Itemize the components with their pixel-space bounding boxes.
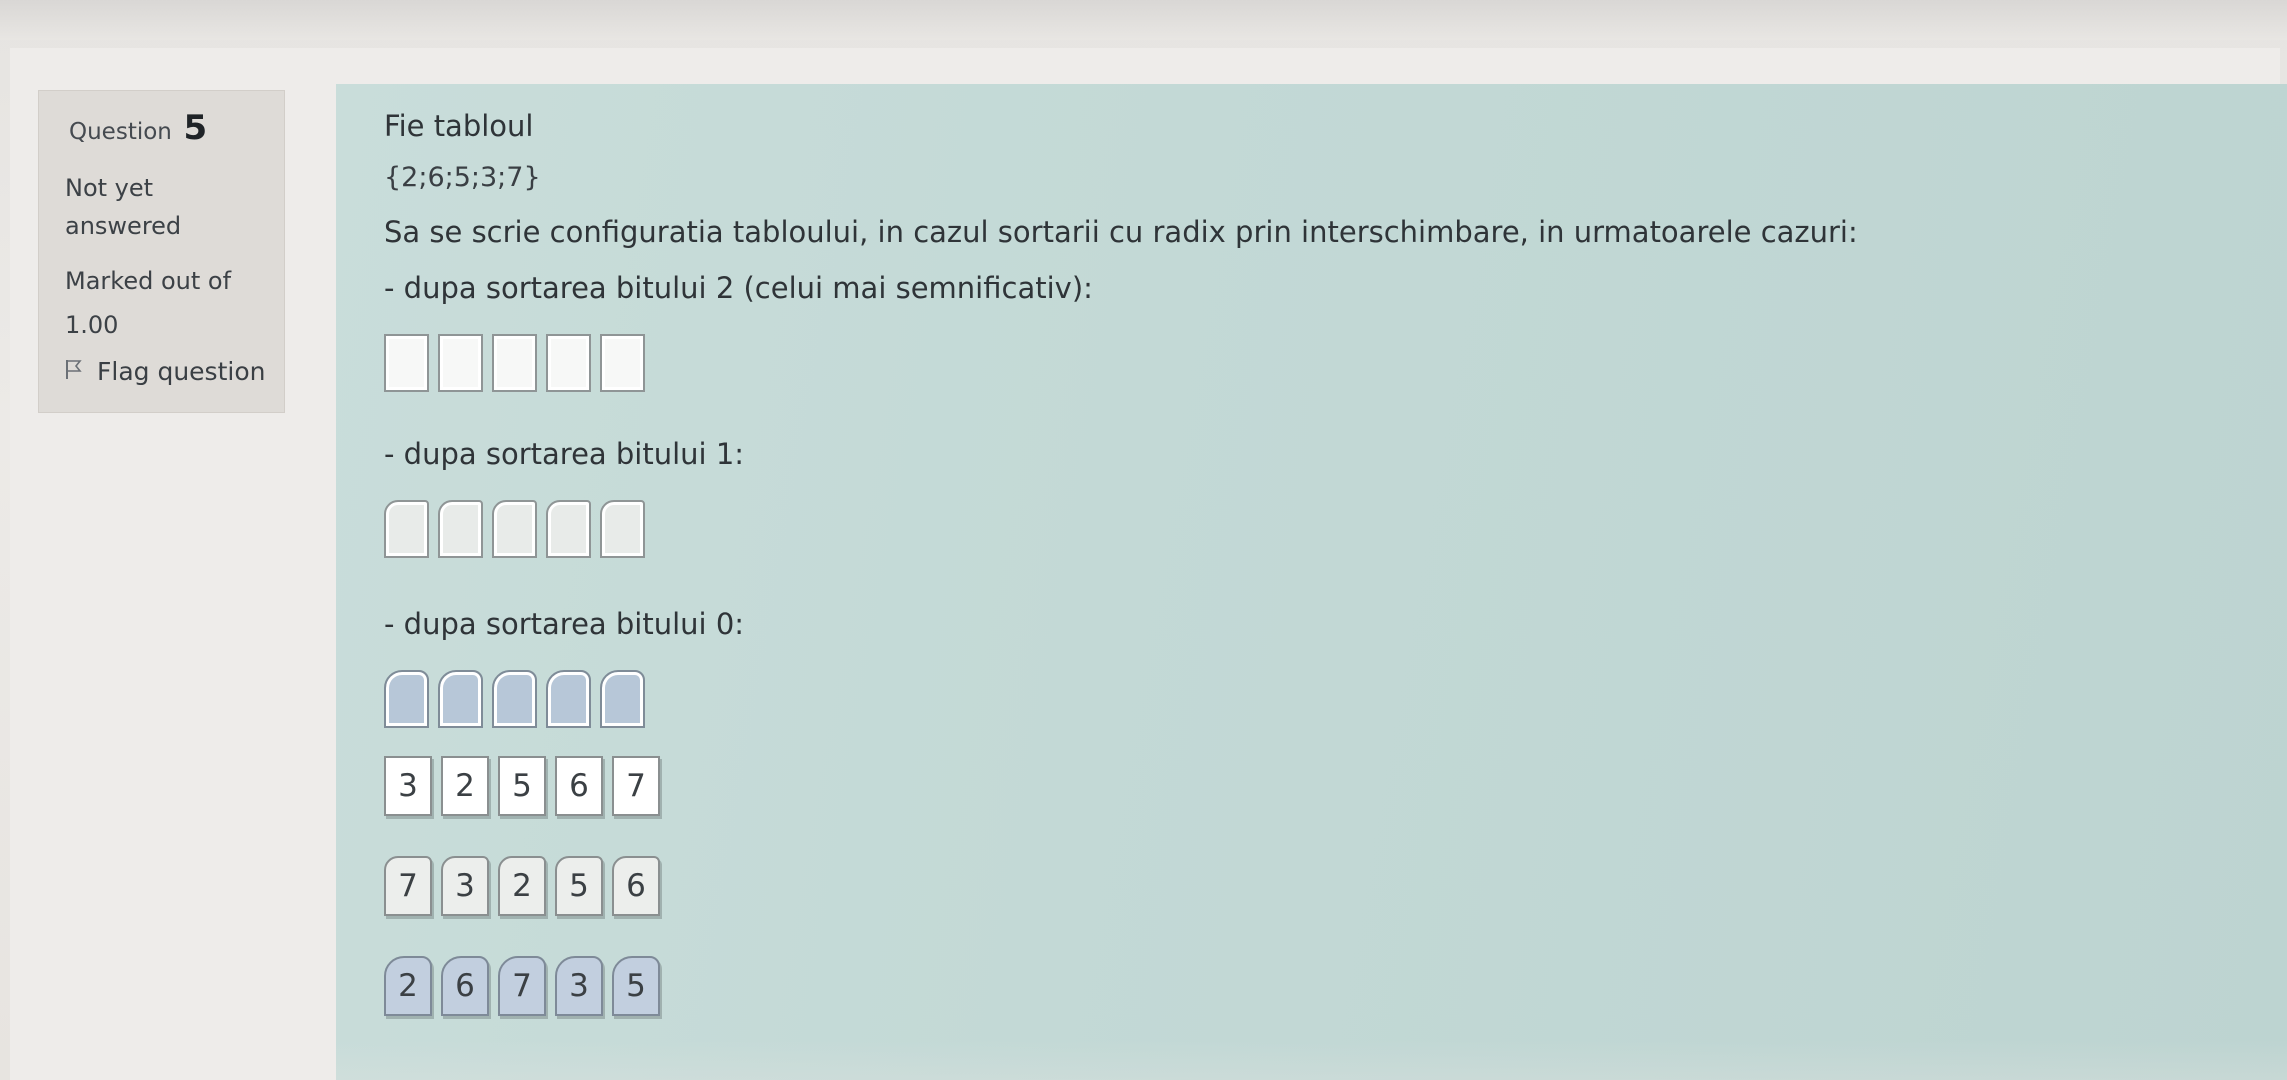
flag-icon — [65, 357, 83, 386]
question-text: Fie tabloul {2;6;5;3;7} Sa se scrie conf… — [336, 84, 2287, 1080]
drop-slot[interactable] — [492, 334, 537, 392]
drop-slot[interactable] — [600, 500, 645, 558]
drop-slot[interactable] — [546, 500, 591, 558]
question-number: Question 5 — [69, 111, 268, 147]
drop-slot[interactable] — [546, 670, 591, 728]
instruction-text: Sa se scrie configuratia tabloului, in c… — [384, 215, 1858, 249]
drop-slot[interactable] — [384, 670, 429, 728]
drag-item[interactable]: 2 — [498, 856, 546, 916]
drag-item[interactable]: 5 — [498, 756, 546, 816]
flag-question-button[interactable]: Flag question — [65, 357, 268, 386]
drop-slot[interactable] — [438, 500, 483, 558]
question-number-value: 5 — [183, 108, 208, 148]
drop-slot[interactable] — [384, 500, 429, 558]
drag-item[interactable]: 2 — [441, 756, 489, 816]
intro-text: Fie tabloul — [384, 109, 534, 143]
array-text: {2;6;5;3;7} — [384, 162, 541, 193]
drag-item[interactable]: 6 — [612, 856, 660, 916]
bottom-shadow — [336, 1040, 2287, 1080]
drop-slot[interactable] — [492, 670, 537, 728]
drop-slot[interactable] — [438, 334, 483, 392]
drag-item[interactable]: 7 — [384, 856, 432, 916]
question-state: Not yet answered — [65, 174, 182, 240]
drop-slot[interactable] — [600, 334, 645, 392]
drop-zone-bit0 — [384, 668, 2287, 728]
drop-slot[interactable] — [546, 334, 591, 392]
flag-question-label: Flag question — [97, 357, 266, 386]
step-bit0-label: - dupa sortarea bitului 0: — [384, 607, 745, 641]
question-grade: Marked out of 1.00 — [65, 267, 232, 339]
drag-item[interactable]: 5 — [612, 956, 660, 1016]
step-bit2-label: - dupa sortarea bitului 2 (celui mai sem… — [384, 271, 1093, 305]
drag-item[interactable]: 7 — [612, 756, 660, 816]
drag-items-group-1: 3 2 5 6 7 — [384, 756, 2287, 820]
drop-zone-bit2 — [384, 332, 2287, 392]
drag-item[interactable]: 6 — [441, 956, 489, 1016]
drag-item[interactable]: 5 — [555, 856, 603, 916]
drag-item[interactable]: 3 — [384, 756, 432, 816]
drag-item[interactable]: 6 — [555, 756, 603, 816]
question-info: Question 5 Not yet answered Marked out o… — [38, 90, 285, 413]
drop-slot[interactable] — [438, 670, 483, 728]
drop-slot[interactable] — [492, 500, 537, 558]
drag-items-group-3: 2 6 7 3 5 — [384, 956, 2287, 1020]
step-bit1-label: - dupa sortarea bitului 1: — [384, 437, 745, 471]
question-label: Question — [69, 119, 172, 145]
drag-item[interactable]: 2 — [384, 956, 432, 1016]
drag-item[interactable]: 3 — [441, 856, 489, 916]
drop-slot[interactable] — [600, 670, 645, 728]
drag-item[interactable]: 3 — [555, 956, 603, 1016]
top-bar — [0, 0, 2287, 40]
drag-item[interactable]: 7 — [498, 956, 546, 1016]
drag-items-group-2: 7 3 2 5 6 — [384, 856, 2287, 920]
drop-zone-bit1 — [384, 498, 2287, 558]
page: Question 5 Not yet answered Marked out o… — [0, 0, 2287, 1080]
drop-slot[interactable] — [384, 334, 429, 392]
